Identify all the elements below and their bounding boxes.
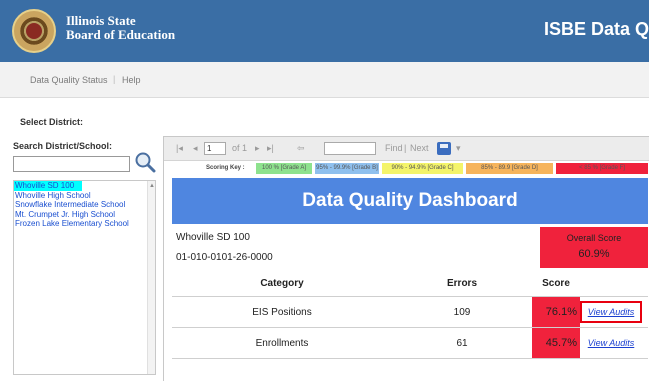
view-audits-link-wrap: View Audits [582,297,640,328]
find-link[interactable]: Find [385,143,403,153]
row-category: EIS Positions [252,307,312,318]
page-count: of 1 [232,143,248,153]
nav-data-quality-status[interactable]: Data Quality Status [30,75,108,85]
search-icon[interactable] [134,151,156,173]
header-category: Category [260,278,304,289]
list-item[interactable]: Snowflake Intermediate School [14,200,155,210]
page-number-input[interactable] [204,142,226,155]
scoring-key-chip: 100 % [Grade A] [256,163,312,174]
scoring-key-chip: < 85 % [Grade F] [556,163,648,174]
school-list[interactable]: Whoville SD 100 Whoville High School Sno… [13,180,156,375]
select-district-heading: Select District: [20,117,84,127]
first-page-icon[interactable]: |◂ [176,143,183,154]
row-score: 45.7% [532,328,580,358]
find-separator: | [404,143,407,153]
overall-score-label: Overall Score [566,233,622,243]
table-row: EIS Positions 109 76.1% View Audits [172,297,648,328]
dashboard-title: Data Quality Dashboard [302,190,518,211]
row-category: Enrollments [255,338,309,349]
table-row: Enrollments 61 45.7% View Audits [172,328,648,359]
nav-help[interactable]: Help [122,75,141,85]
find-input[interactable] [324,142,376,155]
back-icon[interactable]: ⇦ [297,143,305,154]
header-score: Score [542,278,570,289]
list-item[interactable]: Whoville SD 100 [14,181,82,191]
report-toolbar: |◂ ◂ of 1 ▸ ▸| ⇦ Find | Next ▾ [164,137,649,161]
report-viewer: |◂ ◂ of 1 ▸ ▸| ⇦ Find | Next ▾ Scoring K… [163,136,649,381]
nav-separator: | [113,74,116,84]
organization-name: Illinois State Board of Education [66,13,176,42]
table-header-row: Category Errors Score [172,271,648,297]
view-audits-link[interactable]: View Audits [588,338,635,348]
scoring-key-chip: 90% - 94.9% [Grade C] [382,163,463,174]
search-label: Search District/School: [13,141,113,151]
find-next-link[interactable]: Next [410,143,429,153]
last-page-icon[interactable]: ▸| [267,143,274,154]
export-save-icon[interactable] [437,142,451,155]
view-audits-link-wrap: View Audits [582,328,640,359]
next-page-icon[interactable]: ▸ [255,143,260,154]
app-title: ISBE Data Q [543,19,649,39]
overall-score-value: 60.9% [578,248,610,260]
district-name: Whoville SD 100 [176,232,250,243]
overall-score-box: Overall Score 60.9% [540,227,648,268]
export-dropdown-icon[interactable]: ▾ [456,143,461,154]
scroll-up-icon[interactable]: ▲ [149,183,155,189]
list-item[interactable]: Frozen Lake Elementary School [14,219,155,229]
district-code: 01-010-0101-26-0000 [176,252,273,263]
district-school-picker: Search District/School: Whoville SD 100 … [13,136,160,376]
row-errors: 61 [456,338,468,349]
prev-page-icon[interactable]: ◂ [193,143,198,154]
dashboard-banner: Data Quality Dashboard [172,178,648,224]
row-errors: 109 [453,307,471,318]
nav-bar: Data Quality Status | Help [0,62,649,98]
list-scrollbar[interactable]: ▲ [147,181,155,374]
row-score: 76.1% [532,297,580,327]
list-item[interactable]: Mt. Crumpet Jr. High School [14,210,155,220]
scoring-key-label: Scoring Key : [206,165,245,171]
search-input[interactable] [13,156,130,172]
list-item[interactable]: Whoville High School [14,191,155,201]
app-header: Illinois State Board of Education ISBE D… [0,0,649,62]
isbe-seal-logo [12,9,56,53]
header-errors: Errors [446,278,477,289]
view-audits-link[interactable]: View Audits [588,307,635,317]
scoring-key-chip: 85% - 89.9 [Grade D] [466,163,553,174]
scoring-key-chip: 95% - 99.9% [Grade B] [315,163,379,174]
